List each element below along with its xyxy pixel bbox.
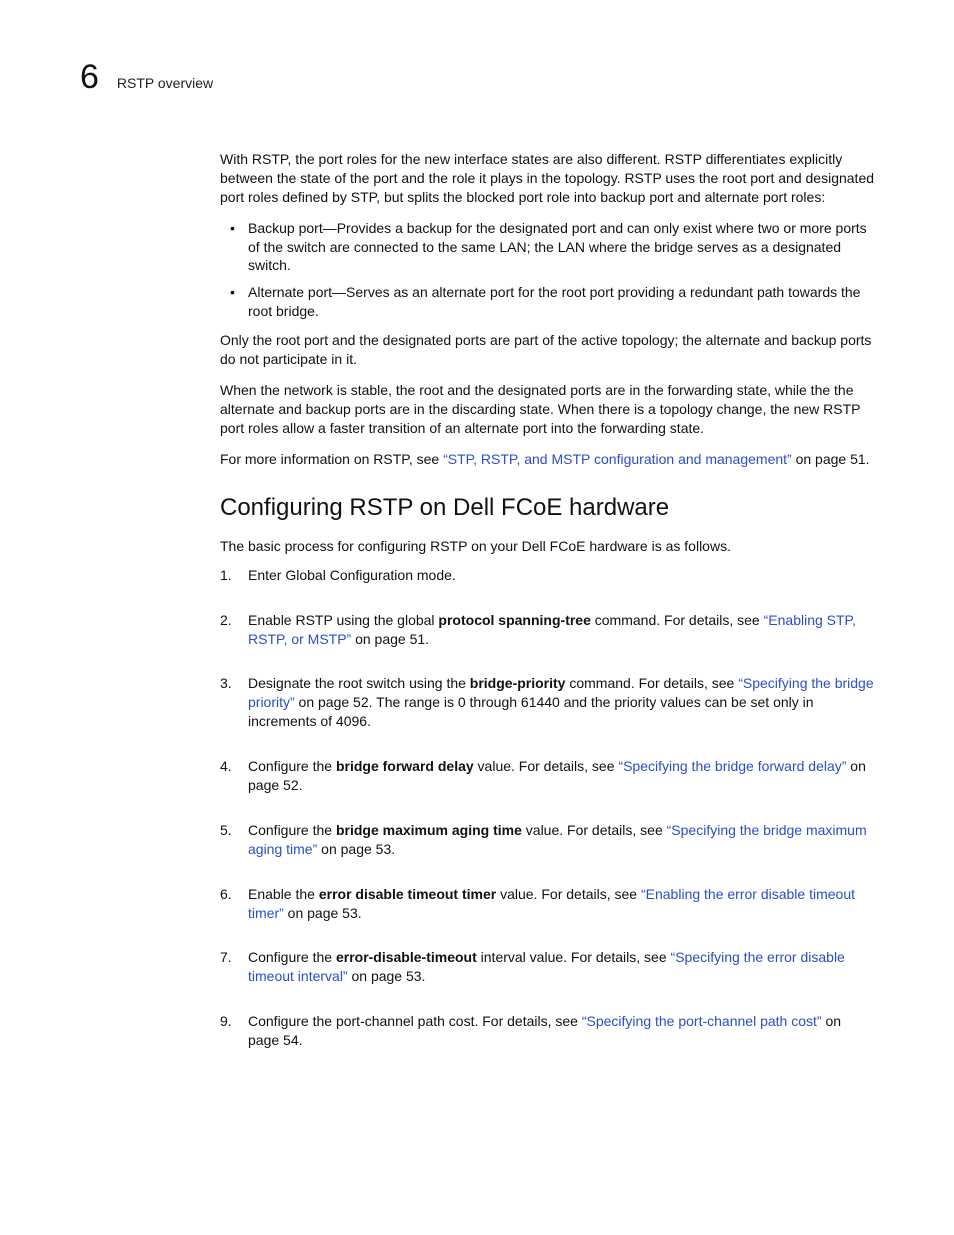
command-name: error disable timeout timer xyxy=(319,886,496,902)
list-item: Backup port—Provides a backup for the de… xyxy=(220,219,874,276)
text-run: Enable RSTP using the global xyxy=(248,612,438,628)
command-name: protocol spanning-tree xyxy=(438,612,590,628)
body-column: With RSTP, the port roles for the new in… xyxy=(220,150,874,1050)
port-roles-list: Backup port—Provides a backup for the de… xyxy=(220,219,874,321)
step-marker: 9. xyxy=(220,1012,232,1031)
text-run: command. For details, see xyxy=(591,612,764,628)
more-info-paragraph: For more information on RSTP, see “STP, … xyxy=(220,450,874,469)
step-item: 6. Enable the error disable timeout time… xyxy=(220,885,874,923)
step-marker: 5. xyxy=(220,821,232,840)
cross-reference-link[interactable]: “STP, RSTP, and MSTP configuration and m… xyxy=(443,451,792,467)
command-name: bridge maximum aging time xyxy=(336,822,522,838)
configuration-steps: 1. Enter Global Configuration mode. 2. E… xyxy=(220,566,874,1050)
text-run: on page 51. xyxy=(351,631,429,647)
text-run: on page 53. xyxy=(284,905,362,921)
step-item: 5. Configure the bridge maximum aging ti… xyxy=(220,821,874,859)
text-run: on page 51. xyxy=(792,451,870,467)
step-marker: 7. xyxy=(220,948,232,967)
body-paragraph: Only the root port and the designated po… xyxy=(220,331,874,369)
step-item: 1. Enter Global Configuration mode. xyxy=(220,566,874,585)
text-run: on page 53. xyxy=(317,841,395,857)
cross-reference-link[interactable]: “Specifying the port-channel path cost” xyxy=(582,1013,822,1029)
text-run: Enable the xyxy=(248,886,319,902)
step-text: Enter Global Configuration mode. xyxy=(248,567,456,583)
text-run: Designate the root switch using the xyxy=(248,675,470,691)
text-run: Configure the xyxy=(248,822,336,838)
step-marker: 4. xyxy=(220,757,232,776)
text-run: Configure the xyxy=(248,758,336,774)
text-run: value. For details, see xyxy=(522,822,667,838)
body-paragraph: When the network is stable, the root and… xyxy=(220,381,874,438)
intro-paragraph: With RSTP, the port roles for the new in… xyxy=(220,150,874,207)
text-run: Configure the xyxy=(248,949,336,965)
command-name: bridge forward delay xyxy=(336,758,474,774)
text-run: Configure the port-channel path cost. Fo… xyxy=(248,1013,582,1029)
text-run: For more information on RSTP, see xyxy=(220,451,443,467)
section-intro: The basic process for configuring RSTP o… xyxy=(220,537,874,556)
step-item: 9. Configure the port-channel path cost.… xyxy=(220,1012,874,1050)
step-marker: 2. xyxy=(220,611,232,630)
step-item: 7. Configure the error-disable-timeout i… xyxy=(220,948,874,986)
text-run: value. For details, see xyxy=(474,758,619,774)
text-run: interval value. For details, see xyxy=(477,949,671,965)
step-marker: 3. xyxy=(220,674,232,693)
cross-reference-link[interactable]: “Specifying the bridge forward delay” xyxy=(618,758,846,774)
text-run: on page 53. xyxy=(348,968,426,984)
document-page: 6 RSTP overview With RSTP, the port role… xyxy=(0,0,954,1235)
step-item: 3. Designate the root switch using the b… xyxy=(220,674,874,731)
chapter-number: 6 xyxy=(80,60,99,94)
section-heading: Configuring RSTP on Dell FCoE hardware xyxy=(220,492,874,524)
command-name: error-disable-timeout xyxy=(336,949,477,965)
step-item: 4. Configure the bridge forward delay va… xyxy=(220,757,874,795)
text-run: value. For details, see xyxy=(496,886,641,902)
step-marker: 6. xyxy=(220,885,232,904)
step-item: 2. Enable RSTP using the global protocol… xyxy=(220,611,874,649)
step-marker: 1. xyxy=(220,566,232,585)
command-name: bridge-priority xyxy=(470,675,566,691)
running-header: 6 RSTP overview xyxy=(80,60,884,94)
chapter-title: RSTP overview xyxy=(117,74,213,93)
text-run: on page 52. The range is 0 through 61440… xyxy=(248,694,814,729)
text-run: command. For details, see xyxy=(565,675,738,691)
list-item: Alternate port—Serves as an alternate po… xyxy=(220,283,874,321)
